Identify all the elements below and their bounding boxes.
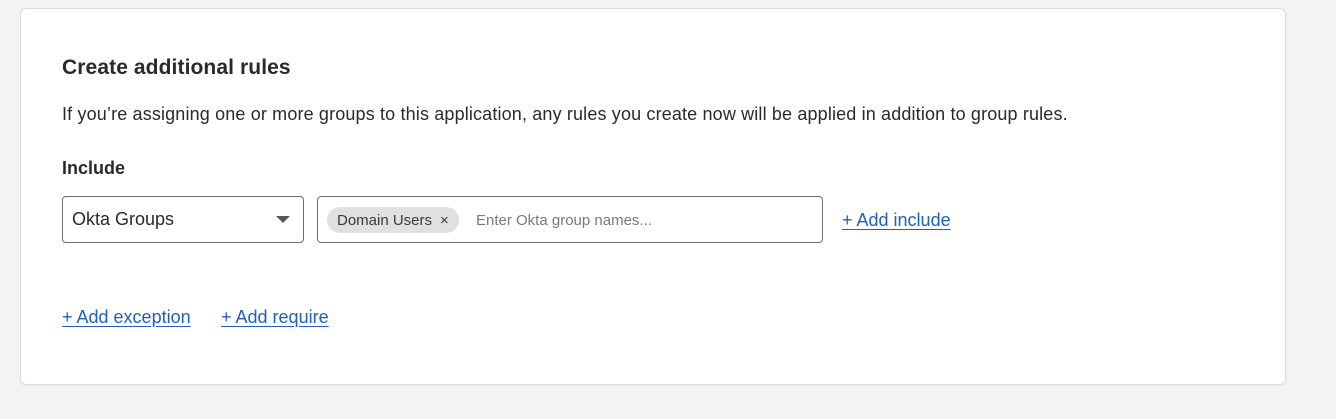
section-description: If you’re assigning one or more groups t… bbox=[62, 104, 1068, 124]
include-type-value: Okta Groups bbox=[72, 209, 175, 229]
add-exception-link[interactable]: + Add exception bbox=[62, 307, 191, 328]
group-chip: Domain Users × bbox=[327, 207, 459, 233]
section-title: Create additional rules bbox=[62, 56, 291, 79]
include-label: Include bbox=[62, 158, 126, 178]
add-include-link[interactable]: + Add include bbox=[842, 210, 951, 231]
group-names-field[interactable]: Domain Users × bbox=[317, 196, 823, 243]
include-type-select[interactable]: Okta Groups bbox=[62, 196, 304, 243]
chevron-down-icon bbox=[276, 216, 290, 223]
group-chip-label: Domain Users bbox=[337, 211, 433, 229]
rules-card: Create additional rules If you’re assign… bbox=[20, 8, 1286, 385]
add-require-link[interactable]: + Add require bbox=[221, 307, 329, 328]
group-search-input[interactable] bbox=[476, 209, 806, 231]
close-icon[interactable]: × bbox=[440, 213, 449, 228]
